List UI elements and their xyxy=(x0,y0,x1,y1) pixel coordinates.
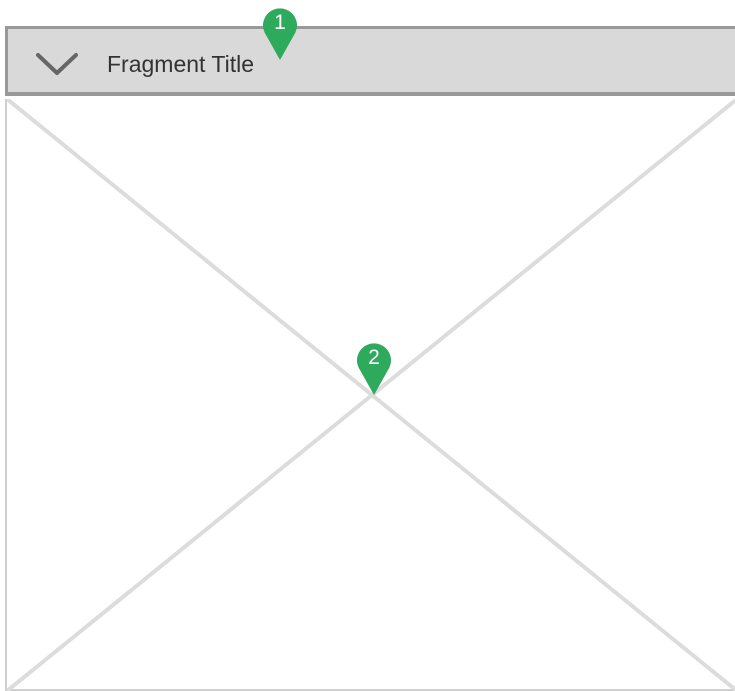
annotation-pin-label: 1 xyxy=(274,11,286,34)
chevron-down-icon[interactable] xyxy=(34,49,80,79)
annotation-pin-label: 2 xyxy=(368,346,380,369)
annotation-pin-2[interactable]: 2 xyxy=(356,340,392,396)
fragment-title: Fragment Title xyxy=(107,51,254,77)
annotation-pin-1[interactable]: 1 xyxy=(262,5,298,61)
fragment-header[interactable]: Fragment Title xyxy=(5,26,735,96)
